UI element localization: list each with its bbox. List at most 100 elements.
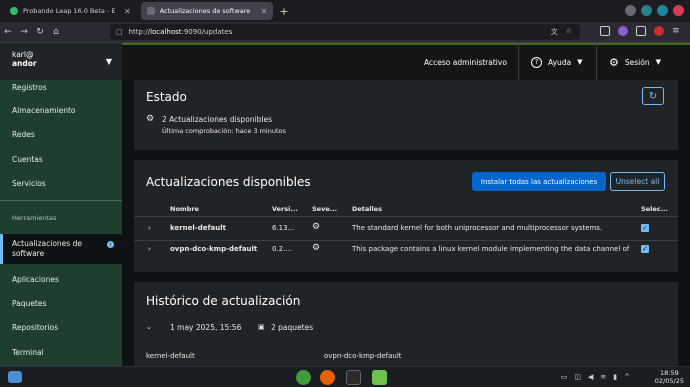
clock-date: 02/05/25 xyxy=(654,377,684,385)
history-package-count: 2 paquetes xyxy=(271,323,314,332)
updates-tray-icon[interactable]: ◫ xyxy=(574,373,581,381)
gear-icon: ⚙ xyxy=(146,114,155,124)
header-divider xyxy=(518,43,519,81)
close-window-button[interactable] xyxy=(673,5,684,16)
browser-tab-bar: Probando Leap 16.0 Beta - E ✕ Actualizac… xyxy=(0,0,690,22)
sidebar-item-label: Registros xyxy=(12,82,47,92)
package-details: The standard kernel for both uniprocesso… xyxy=(352,224,603,232)
status-title: Estado xyxy=(146,90,187,104)
refresh-button[interactable]: ↻ xyxy=(642,87,664,105)
sidebar-item-servicios[interactable]: Servicios xyxy=(0,171,122,195)
maximize-button[interactable] xyxy=(657,5,668,16)
admin-access-button[interactable]: Acceso administrativo xyxy=(424,43,507,81)
url-text: http://localhost:9090/updates xyxy=(128,28,233,36)
session-label: Sesión xyxy=(624,57,650,67)
sidebar-item-almacenamiento[interactable]: Almacenamiento xyxy=(0,98,122,122)
expand-chevron-icon[interactable]: › xyxy=(148,223,151,234)
severity-bug-icon: ⚙ xyxy=(312,222,321,232)
unselect-all-label: Unselect all xyxy=(615,177,660,186)
sidebar-item-actualizaciones[interactable]: Actualizaciones de software i xyxy=(0,234,122,264)
clock-time: 18:59 xyxy=(660,369,679,377)
updates-title: Actualizaciones disponibles xyxy=(146,175,311,189)
session-menu-button[interactable]: ⚙ Sesión ▼ xyxy=(609,43,661,81)
user-label: karl@ xyxy=(12,50,34,59)
collapse-chevron-icon[interactable]: ⌄ xyxy=(146,322,152,333)
taskbar: ▭ ◫ ◀ ≋ ▮ ^ 18:59 02/05/25 xyxy=(0,366,690,387)
opensuse-icon xyxy=(10,7,18,15)
select-checkbox[interactable]: ✓ xyxy=(641,224,649,232)
bookmark-star-icon[interactable]: ☆ xyxy=(566,27,572,37)
package-version: 0.2.... xyxy=(272,245,293,253)
package-details: This package contains a linux kernel mod… xyxy=(352,245,630,253)
package-version: 6.13... xyxy=(272,224,295,232)
clipboard-icon[interactable]: ▭ xyxy=(561,373,568,381)
sidebar-item-label: Terminal xyxy=(12,347,44,357)
help-menu-button[interactable]: ? Ayuda ▼ xyxy=(531,43,583,81)
menu-icon[interactable]: ≡ xyxy=(672,26,682,36)
sidebar-item-terminal[interactable]: Terminal xyxy=(0,340,122,364)
install-all-button[interactable]: Instalar todas las actualizaciones xyxy=(472,172,606,191)
header-divider xyxy=(596,43,597,81)
help-label: Ayuda xyxy=(548,57,572,67)
sidebar-section-herramientas: Herramientas xyxy=(12,214,57,222)
last-check-text: Última comprobación: hace 3 minutos xyxy=(162,127,286,135)
caret-down-icon: ▼ xyxy=(105,57,112,66)
expand-chevron-icon[interactable]: › xyxy=(148,244,151,255)
sidebar-item-registros[interactable]: Registros xyxy=(0,75,122,99)
close-tab-icon[interactable]: ✕ xyxy=(261,7,268,16)
reload-icon[interactable]: ↻ xyxy=(32,27,48,37)
sidebar-item-label: Almacenamiento xyxy=(12,105,76,115)
new-tab-icon[interactable]: + xyxy=(279,5,288,18)
unselect-all-button[interactable]: Unselect all xyxy=(610,172,665,191)
column-header-severity[interactable]: Seve... xyxy=(312,205,337,213)
sidebar-item-paquetes[interactable]: Paquetes xyxy=(0,291,122,315)
battery-icon[interactable]: ▮ xyxy=(613,373,617,381)
caret-down-icon: ▼ xyxy=(655,58,661,66)
opensuse-launcher-icon[interactable] xyxy=(296,370,311,385)
home-icon[interactable]: ⌂ xyxy=(48,27,64,37)
column-header-nombre[interactable]: Nombre xyxy=(170,205,199,213)
sidebar-item-redes[interactable]: Redes xyxy=(0,122,122,146)
firefox-icon[interactable] xyxy=(320,370,335,385)
terminal-icon[interactable] xyxy=(346,370,361,385)
ublock-icon[interactable] xyxy=(654,26,664,36)
tab-title: Probando Leap 16.0 Beta - E xyxy=(23,7,116,15)
column-header-version[interactable]: Versi... xyxy=(272,205,298,213)
tab-actualizaciones[interactable]: Actualizaciones de software ✕ xyxy=(140,2,274,20)
forward-icon[interactable]: → xyxy=(16,27,32,37)
volume-icon[interactable]: ◀ xyxy=(588,373,593,381)
sidebar: Registros Almacenamiento Redes Cuentas S… xyxy=(0,80,122,366)
minimize-button[interactable] xyxy=(641,5,652,16)
tray-expand-icon[interactable]: ^ xyxy=(624,373,630,381)
tab-list-icon[interactable] xyxy=(625,5,636,16)
column-header-detalles[interactable]: Detalles xyxy=(352,205,382,213)
page-info-icon[interactable]: ▢ xyxy=(116,28,123,36)
clock[interactable]: 18:59 02/05/25 xyxy=(655,369,684,385)
history-date[interactable]: 1 may 2025, 15:56 xyxy=(170,322,241,333)
translate-icon[interactable]: 文 xyxy=(551,27,558,37)
back-icon[interactable]: ← xyxy=(0,27,16,37)
sidebar-item-label: Aplicaciones xyxy=(12,274,59,284)
url-bar[interactable]: ▢ http://localhost:9090/updates 文 ☆ xyxy=(110,24,580,40)
downloads-icon[interactable] xyxy=(636,26,646,36)
column-header-select[interactable]: Selec... xyxy=(641,205,668,213)
extensions-area: ≡ xyxy=(600,26,682,36)
table-divider xyxy=(134,216,678,217)
screenshot-app-icon[interactable] xyxy=(372,370,387,385)
sidebar-item-repositorios[interactable]: Repositorios xyxy=(0,315,122,339)
package-name: kernel-default xyxy=(170,224,226,232)
extension-icon[interactable] xyxy=(618,26,628,36)
table-divider xyxy=(134,240,678,241)
history-package-item: ovpn-dco-kmp-default xyxy=(324,352,402,360)
app-menu-icon[interactable] xyxy=(8,371,22,383)
select-checkbox[interactable]: ✓ xyxy=(641,245,649,253)
install-all-label: Instalar todas las actualizaciones xyxy=(480,177,598,186)
close-tab-icon[interactable]: ✕ xyxy=(124,7,131,16)
window-controls xyxy=(625,5,684,16)
network-icon[interactable]: ≋ xyxy=(600,373,606,381)
sidebar-item-aplicaciones[interactable]: Aplicaciones xyxy=(0,267,122,291)
pocket-icon[interactable] xyxy=(600,26,610,36)
tab-probando-leap[interactable]: Probando Leap 16.0 Beta - E ✕ xyxy=(4,2,137,20)
sidebar-item-cuentas[interactable]: Cuentas xyxy=(0,147,122,171)
history-package-item: kernel-default xyxy=(146,352,195,360)
